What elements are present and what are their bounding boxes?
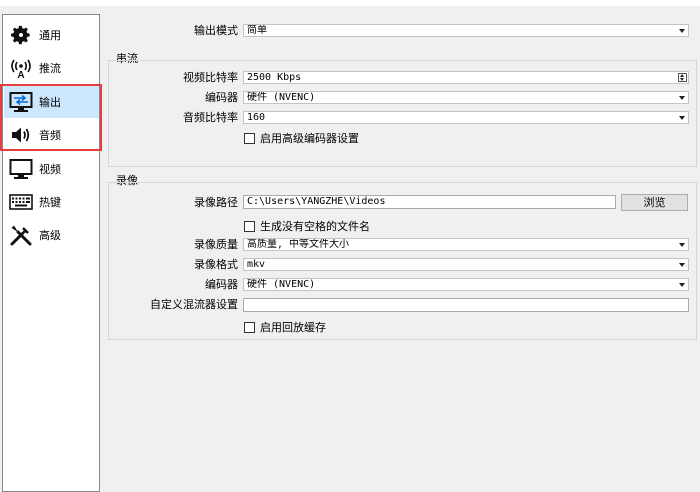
sidebar-item-audio[interactable]: 音频 <box>4 118 99 151</box>
recording-path-label: 录像路径 <box>194 196 238 209</box>
recording-encoder-label: 编码器 <box>205 278 238 291</box>
sidebar-item-hotkeys[interactable]: 热键 <box>4 185 99 218</box>
no-space-checkbox-row[interactable]: 生成没有空格的文件名 <box>244 218 370 234</box>
advanced-encoder-checkbox-row[interactable]: 启用高级编码器设置 <box>244 130 359 146</box>
sidebar-item-label: 音频 <box>39 128 61 142</box>
chevron-down-icon <box>679 96 685 100</box>
sidebar-item-label: 视频 <box>39 162 61 176</box>
video-bitrate-spinbox[interactable]: 2500 Kbps <box>243 71 689 84</box>
stream-encoder-value: 硬件 (NVENC) <box>247 92 316 103</box>
sidebar-item-label: 高级 <box>39 228 61 242</box>
audio-bitrate-value: 160 <box>247 112 266 123</box>
browse-button[interactable]: 浏览 <box>621 194 688 211</box>
sidebar-item-advanced[interactable]: 高级 <box>4 218 99 251</box>
video-bitrate-label: 视频比特率 <box>183 71 238 84</box>
audio-bitrate-select[interactable]: 160 <box>243 111 689 124</box>
settings-sidebar: 通用 A 推流 输出 音频 视频 热键 高级 <box>2 14 100 492</box>
spin-updown-icon[interactable] <box>678 73 687 82</box>
no-space-label: 生成没有空格的文件名 <box>260 220 370 233</box>
chevron-down-icon <box>679 283 685 287</box>
recording-quality-select[interactable]: 高质量, 中等文件大小 <box>243 238 689 251</box>
sidebar-item-label: 通用 <box>39 28 61 42</box>
custom-muxer-label: 自定义混流器设置 <box>150 298 238 311</box>
speaker-icon <box>8 123 34 147</box>
chevron-down-icon <box>679 243 685 247</box>
custom-muxer-input[interactable] <box>243 298 689 312</box>
recording-format-value: mkv <box>247 259 266 270</box>
advanced-encoder-label: 启用高级编码器设置 <box>260 132 359 145</box>
keyboard-icon <box>8 190 34 214</box>
replay-buffer-checkbox[interactable] <box>244 321 255 333</box>
chevron-down-icon <box>679 263 685 267</box>
no-space-checkbox[interactable] <box>244 220 255 232</box>
sidebar-item-general[interactable]: 通用 <box>4 18 99 51</box>
recording-format-label: 录像格式 <box>194 258 238 271</box>
chevron-down-icon <box>679 116 685 120</box>
output-mode-label: 输出模式 <box>194 24 238 37</box>
sidebar-item-video[interactable]: 视频 <box>4 152 99 185</box>
advanced-encoder-checkbox[interactable] <box>244 132 255 144</box>
recording-quality-label: 录像质量 <box>194 238 238 251</box>
sidebar-item-stream[interactable]: A 推流 <box>4 51 99 84</box>
svg-text:A: A <box>17 70 24 79</box>
video-bitrate-value: 2500 Kbps <box>247 72 302 83</box>
sidebar-item-label: 推流 <box>39 61 61 75</box>
tools-icon <box>8 223 34 247</box>
gear-icon <box>8 23 34 47</box>
window-top-edge <box>0 0 700 6</box>
broadcast-icon: A <box>8 56 34 80</box>
output-mode-select[interactable]: 简单 <box>243 24 689 37</box>
recording-quality-value: 高质量, 中等文件大小 <box>247 239 350 250</box>
chevron-down-icon <box>679 29 685 33</box>
output-icon <box>8 90 34 114</box>
output-mode-value: 简单 <box>247 25 267 36</box>
sidebar-item-label: 输出 <box>39 95 61 109</box>
recording-encoder-select[interactable]: 硬件 (NVENC) <box>243 278 689 291</box>
stream-encoder-label: 编码器 <box>205 91 238 104</box>
recording-encoder-value: 硬件 (NVENC) <box>247 279 316 290</box>
recording-path-input[interactable]: C:\Users\YANGZHE\Videos <box>243 195 616 209</box>
audio-bitrate-label: 音频比特率 <box>183 111 238 124</box>
sidebar-item-output[interactable]: 输出 <box>4 85 99 118</box>
replay-buffer-label: 启用回放缓存 <box>260 321 326 334</box>
replay-buffer-checkbox-row[interactable]: 启用回放缓存 <box>244 319 326 335</box>
sidebar-item-label: 热键 <box>39 195 61 209</box>
stream-encoder-select[interactable]: 硬件 (NVENC) <box>243 91 689 104</box>
recording-format-select[interactable]: mkv <box>243 258 689 271</box>
monitor-icon <box>8 157 34 181</box>
